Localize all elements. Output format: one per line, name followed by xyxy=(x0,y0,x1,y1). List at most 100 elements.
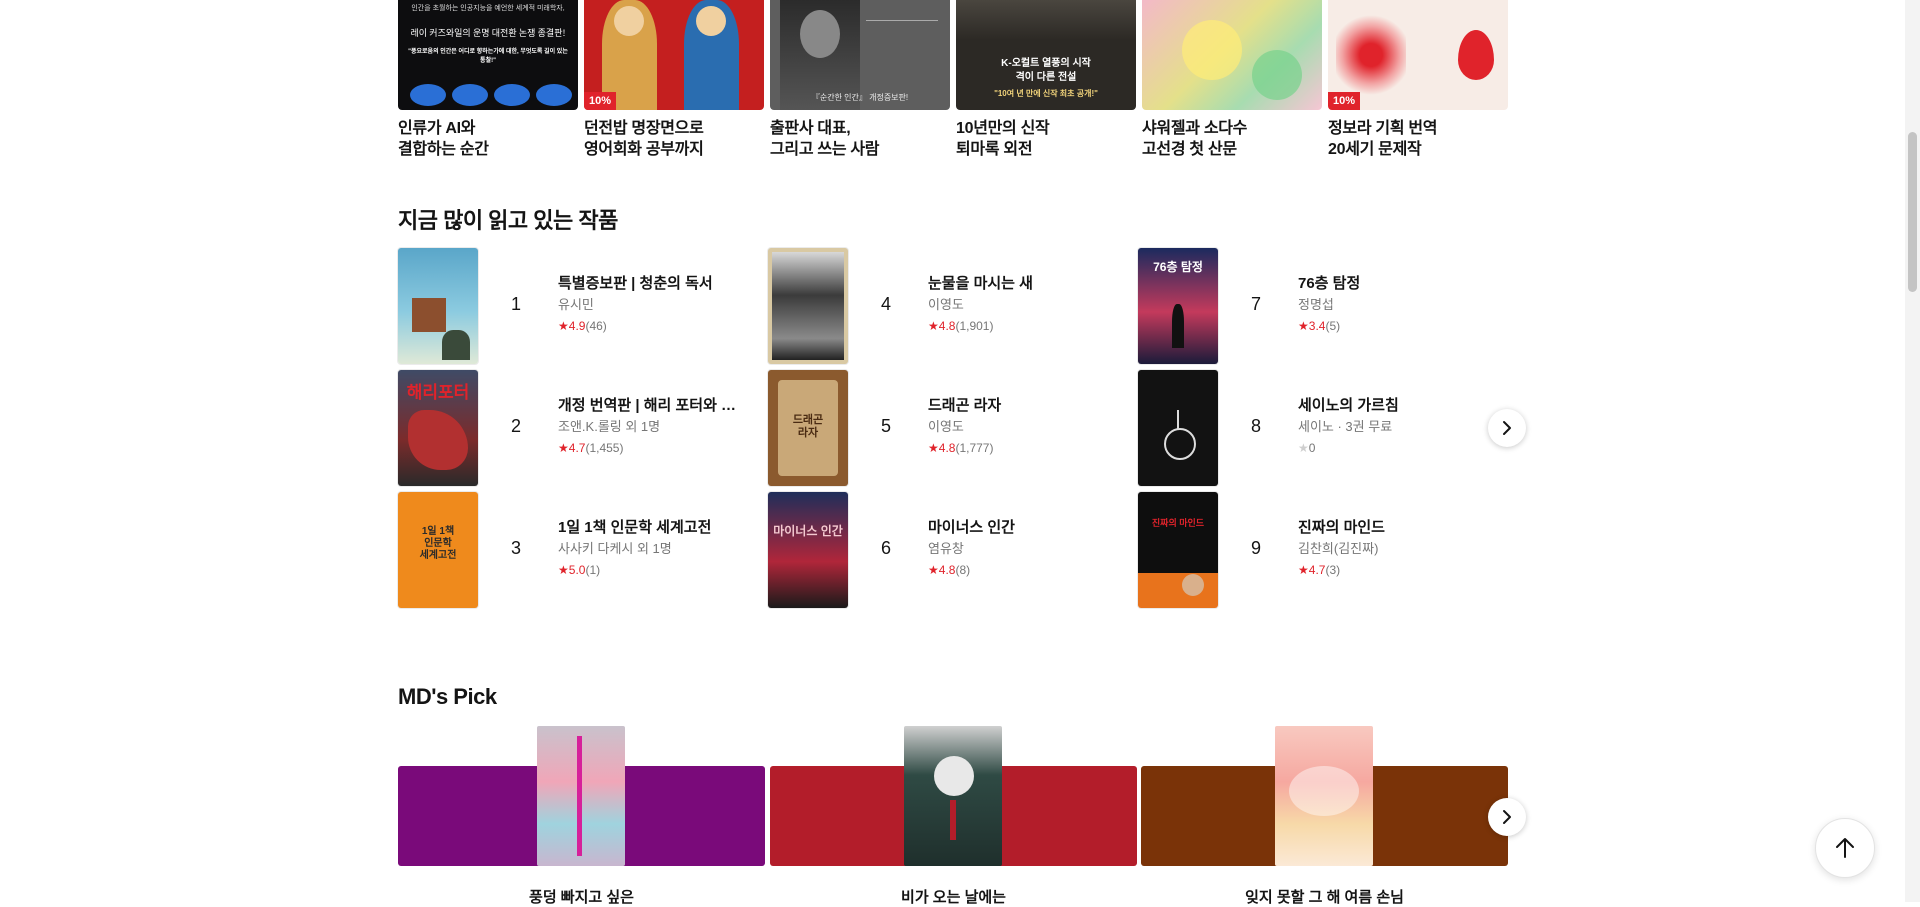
book-rating: ★4.8(1,901) xyxy=(928,319,994,333)
chevron-right-icon xyxy=(1503,421,1511,435)
book-title: 개정 번역판 | 해리 포터와 마법사의 돌 xyxy=(558,397,748,414)
popular-ranking-list: 1 특별증보판 | 청춘의 독서 유시민 ★4.9(46) 해리포터 2 개정 … xyxy=(398,248,1508,608)
discount-badge: 10% xyxy=(1328,92,1361,110)
event-banner-card[interactable]: 10% 던전밥 명장면으로 영어회화 공부까지 xyxy=(584,0,764,160)
ranking-item[interactable]: 드래곤 라자 5 드래곤 라자 이영도 ★4.8(1,777) xyxy=(768,370,1118,488)
book-cover: 진짜의 마인드 xyxy=(1138,492,1218,608)
book-rating: ★4.7(1,455) xyxy=(558,441,624,455)
rank-number: 2 xyxy=(510,416,521,436)
star-icon: ★ xyxy=(558,563,569,577)
md-pick-book-cover xyxy=(1275,726,1373,866)
event-banner-image: 『순간한 인간』 개정증보판! xyxy=(770,0,950,110)
cover-title-text: 드래곤 라자 xyxy=(792,414,824,439)
ranking-item[interactable]: 진짜의 마인드 9 진짜의 마인드 김찬희(김진짜) ★4.7(3) xyxy=(1138,492,1488,610)
book-cover: 마이너스 인간 xyxy=(768,492,848,608)
book-title: 진짜의 마인드 xyxy=(1298,519,1385,536)
ranking-item[interactable]: 4 눈물을 마시는 새 이영도 ★4.8(1,901) xyxy=(768,248,1118,366)
rank-number: 5 xyxy=(880,416,891,436)
event-banner-image: 인간을 초월하는 인공지능을 예언한 세계적 미래학자, 레이 커즈와일의 운명… xyxy=(398,0,578,110)
mds-pick-next-button[interactable] xyxy=(1488,798,1526,836)
md-pick-caption: 비가 오는 날에는 xyxy=(901,889,1006,906)
md-pick-caption: 풍덩 빠지고 싶은 xyxy=(529,889,634,906)
book-rating: ★4.7(3) xyxy=(1298,563,1341,577)
event-banner-title: 인류가 AI와 결합하는 순간 xyxy=(398,120,489,158)
book-rating: ★4.8(8) xyxy=(928,563,971,577)
book-author: 염유창 xyxy=(928,541,964,556)
book-cover: 1일 1책 인문학 세계고전 xyxy=(398,492,478,608)
event-banner-image: 10% xyxy=(1328,0,1508,110)
book-cover: 76층 탐정 xyxy=(1138,248,1218,364)
book-title: 76층 탐정 xyxy=(1298,275,1361,292)
book-author: 조앤.K.롤링 외 1명 xyxy=(558,419,661,434)
banner-cover-text: 인간을 초월하는 인공지능을 예언한 세계적 미래학자, xyxy=(411,5,565,12)
cover-title-text: 해리포터 xyxy=(406,383,470,402)
md-pick-book-cover xyxy=(904,726,1002,866)
star-icon: ★ xyxy=(1298,563,1309,577)
book-cover: 드래곤 라자 xyxy=(768,370,848,486)
star-icon: ★ xyxy=(558,441,569,455)
chevron-right-icon xyxy=(1503,810,1511,824)
cover-title-text: 진짜의 마인드 xyxy=(1151,518,1205,528)
book-author: 김찬희(김진짜) xyxy=(1298,541,1379,556)
banner-cover-text: "풍요로움의 인간은 어디로 향하는가에 대한, 무엇도록 길이 있는 통찰!" xyxy=(408,49,568,64)
ranking-item[interactable]: 76층 탐정 7 76층 탐정 정명섭 ★3.4(5) xyxy=(1138,248,1488,366)
banner-cover-text: 『순간한 인간』 개정증보판! xyxy=(811,93,909,102)
cover-title-text: 1일 1책 인문학 세계고전 xyxy=(419,526,457,561)
event-banner-title: 출판사 대표, 그리고 쓰는 사람 xyxy=(770,120,880,158)
rank-number: 8 xyxy=(1250,416,1261,436)
book-title: 마이너스 인간 xyxy=(928,519,1015,536)
event-banner-card[interactable]: 10% 정보라 기획 번역 20세기 문제작 xyxy=(1328,0,1508,160)
discount-badge: 10% xyxy=(584,92,617,110)
section-title-mds-pick: MD's Pick xyxy=(398,684,497,709)
book-author: 사사키 다케시 외 1명 xyxy=(558,541,672,556)
event-banner-image: 10% xyxy=(584,0,764,110)
book-cover: 해리포터 xyxy=(398,370,478,486)
rank-number: 9 xyxy=(1250,538,1261,558)
banner-cover-text: K-오컬트 열풍의 시작 xyxy=(1001,58,1091,69)
star-icon: ★ xyxy=(1298,319,1309,333)
book-title: 눈물을 마시는 새 xyxy=(928,275,1033,292)
ranking-item[interactable]: 8 세이노의 가르침 세이노 · 3권 무료 ★0 xyxy=(1138,370,1488,488)
rank-number: 7 xyxy=(1250,294,1261,314)
rank-number: 3 xyxy=(510,538,521,558)
event-banner-row: 인간을 초월하는 인공지능을 예언한 세계적 미래학자, 레이 커즈와일의 운명… xyxy=(398,0,1508,160)
star-icon: ★ xyxy=(928,441,939,455)
book-author: 정명섭 xyxy=(1298,297,1334,312)
book-rating: ★5.0(1) xyxy=(558,563,601,577)
event-banner-title: 정보라 기획 번역 20세기 문제작 xyxy=(1328,120,1438,158)
book-author: 세이노 · 3권 무료 xyxy=(1298,419,1393,434)
rank-number: 6 xyxy=(880,538,891,558)
book-title: 세이노의 가르침 xyxy=(1298,397,1399,414)
book-rating: ★4.9(46) xyxy=(558,319,607,333)
book-author: 유시민 xyxy=(558,297,594,312)
event-banner-card[interactable]: 샤워젤과 소다수 고선경 첫 산문 xyxy=(1142,0,1322,160)
event-banner-title: 던전밥 명장면으로 영어회화 공부까지 xyxy=(584,120,704,158)
book-cover xyxy=(768,248,848,364)
arrow-up-icon xyxy=(1836,838,1854,858)
event-banner-card[interactable]: 『순간한 인간』 개정증보판! 출판사 대표, 그리고 쓰는 사람 xyxy=(770,0,950,160)
ranking-item[interactable]: 마이너스 인간 6 마이너스 인간 염유창 ★4.8(8) xyxy=(768,492,1118,610)
md-pick-book-cover xyxy=(537,726,625,866)
md-pick-caption: 잊지 못할 그 해 여름 손님 xyxy=(1245,889,1404,906)
section-title-popular: 지금 많이 읽고 있는 작품 xyxy=(398,208,618,233)
book-cover xyxy=(398,248,478,364)
scroll-to-top-button[interactable] xyxy=(1815,818,1875,878)
event-banner-title: 10년만의 신작 퇴마록 외전 xyxy=(956,120,1050,158)
ranking-item[interactable]: 해리포터 2 개정 번역판 | 해리 포터와 마법사의 돌 조앤.K.롤링 외 … xyxy=(398,370,748,488)
book-author: 이영도 xyxy=(928,297,964,312)
rank-number: 1 xyxy=(510,294,521,314)
popular-next-button[interactable] xyxy=(1488,409,1526,447)
book-title: 드래곤 라자 xyxy=(928,397,1002,414)
ranking-item[interactable]: 1 특별증보판 | 청춘의 독서 유시민 ★4.9(46) xyxy=(398,248,748,366)
banner-cover-text: 레이 커즈와일의 운명 대전환 논쟁 종결판! xyxy=(410,28,566,38)
book-rating: ★0 xyxy=(1298,441,1316,455)
scrollbar-thumb[interactable] xyxy=(1908,132,1917,292)
book-rating: ★4.8(1,777) xyxy=(928,441,994,455)
rank-number: 4 xyxy=(880,294,891,314)
event-banner-card[interactable]: 인간을 초월하는 인공지능을 예언한 세계적 미래학자, 레이 커즈와일의 운명… xyxy=(398,0,578,160)
book-rating: ★3.4(5) xyxy=(1298,319,1341,333)
event-banner-card[interactable]: K-오컬트 열풍의 시작 격이 다른 전설 "10여 년 만에 신작 최초 공개… xyxy=(956,0,1136,160)
ranking-item[interactable]: 1일 1책 인문학 세계고전 3 1일 1책 인문학 세계고전 사사키 다케시 … xyxy=(398,492,748,610)
event-banner-title: 샤워젤과 소다수 고선경 첫 산문 xyxy=(1142,120,1248,158)
book-cover xyxy=(1138,370,1218,486)
